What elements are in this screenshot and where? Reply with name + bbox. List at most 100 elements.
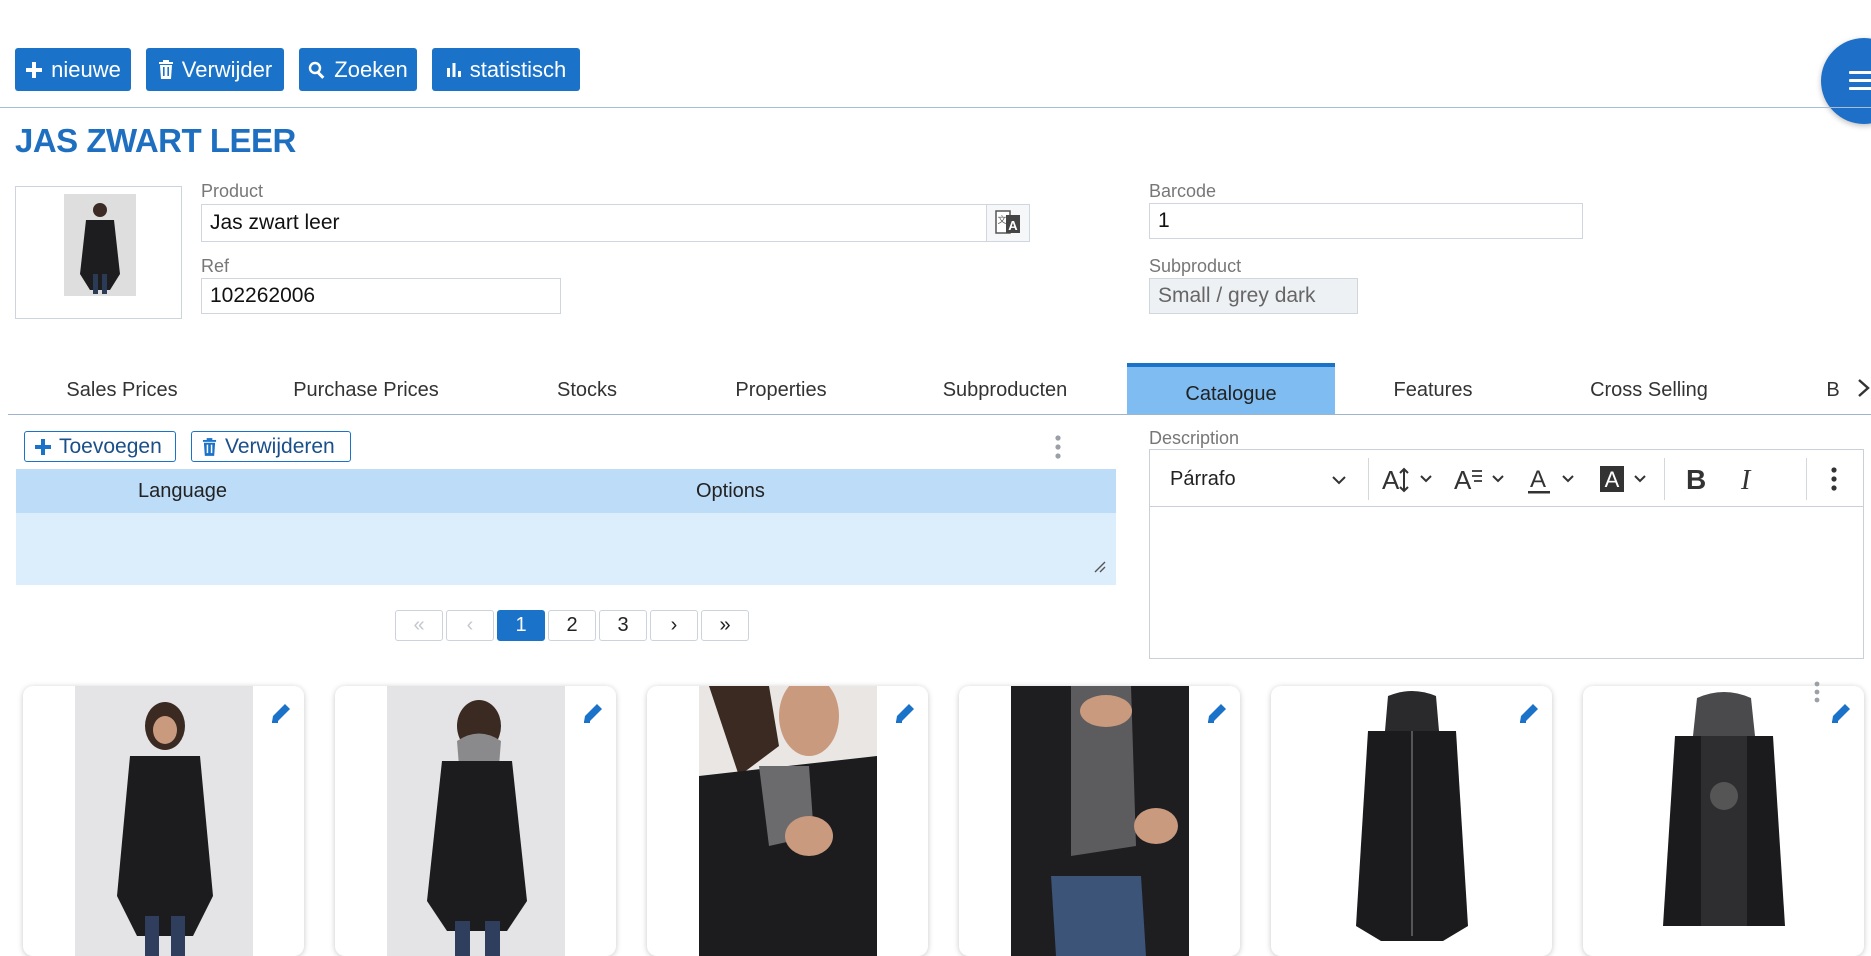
font-color-button[interactable]: A bbox=[1524, 458, 1584, 500]
pagination-next-button[interactable]: › bbox=[650, 610, 698, 641]
trash-icon bbox=[158, 60, 173, 79]
tabs-scroll-right-button[interactable] bbox=[1856, 376, 1871, 400]
description-label: Description bbox=[1149, 428, 1240, 448]
plus-icon bbox=[35, 438, 51, 455]
product-photo bbox=[1323, 686, 1501, 956]
svg-text:A: A bbox=[1454, 465, 1472, 495]
grid-body bbox=[16, 513, 1116, 585]
svg-text:B: B bbox=[1686, 465, 1706, 493]
paragraph-style-select[interactable]: Párrafo bbox=[1160, 458, 1360, 500]
pagination-page-1[interactable]: 1 bbox=[497, 610, 545, 641]
font-family-icon: A bbox=[1454, 465, 1504, 495]
translate-button[interactable]: A 文 bbox=[986, 204, 1030, 242]
pencil-icon[interactable] bbox=[1204, 700, 1230, 726]
pencil-icon[interactable] bbox=[268, 700, 294, 726]
svg-text:文: 文 bbox=[997, 214, 1006, 225]
product-photo bbox=[75, 686, 253, 956]
search-icon bbox=[309, 61, 325, 79]
italic-button[interactable]: I bbox=[1730, 458, 1766, 500]
catalogue-image-card[interactable] bbox=[1583, 686, 1864, 956]
pagination-first-button[interactable]: « bbox=[395, 610, 443, 641]
subproduct-input: Small / grey dark bbox=[1149, 278, 1358, 314]
catalogue-image-card[interactable] bbox=[23, 686, 304, 956]
remove-language-label: Verwijderen bbox=[225, 434, 335, 458]
cards-kebab-menu-button[interactable] bbox=[1810, 680, 1824, 704]
column-header-options[interactable]: Options bbox=[696, 480, 765, 503]
delete-button-label: Verwijder bbox=[181, 56, 273, 82]
font-color-icon: A bbox=[1528, 466, 1574, 494]
statistics-button-label: statistisch bbox=[469, 56, 567, 82]
pagination-page-2[interactable]: 2 bbox=[548, 610, 596, 641]
column-header-language[interactable]: Language bbox=[138, 480, 227, 503]
tab-catalogue[interactable]: Catalogue bbox=[1127, 363, 1335, 415]
product-name-input[interactable]: Jas zwart leer bbox=[201, 204, 987, 242]
subproduct-label: Subproduct bbox=[1149, 256, 1242, 276]
bar-chart-icon bbox=[446, 62, 461, 77]
pagination-page-3[interactable]: 3 bbox=[599, 610, 647, 641]
highlight-color-icon: A bbox=[1600, 466, 1646, 492]
hamburger-icon bbox=[1849, 71, 1871, 74]
catalogue-image-card[interactable] bbox=[1271, 686, 1552, 956]
search-button[interactable]: Zoeken bbox=[299, 48, 417, 91]
trash-icon bbox=[202, 437, 217, 456]
tabs-divider bbox=[8, 414, 1871, 415]
grid-kebab-menu-button[interactable] bbox=[1052, 434, 1064, 460]
catalogue-image-card[interactable] bbox=[335, 686, 616, 956]
tab-purchase-prices[interactable]: Purchase Prices bbox=[276, 366, 456, 414]
chevron-down-icon bbox=[1332, 476, 1346, 485]
ref-label: Ref bbox=[201, 256, 230, 276]
resize-handle-icon[interactable] bbox=[1094, 561, 1106, 573]
page-title: JAS ZWART LEER bbox=[15, 122, 296, 159]
editor-more-button[interactable] bbox=[1824, 460, 1844, 498]
ref-input[interactable]: 102262006 bbox=[201, 278, 561, 314]
product-label: Product bbox=[201, 181, 264, 201]
svg-text:A: A bbox=[1382, 465, 1400, 495]
delete-button[interactable]: Verwijder bbox=[146, 48, 284, 91]
menu-fab-button[interactable] bbox=[1821, 38, 1871, 124]
pencil-icon[interactable] bbox=[1828, 700, 1854, 726]
catalogue-image-card[interactable] bbox=[959, 686, 1240, 956]
tab-features[interactable]: Features bbox=[1373, 366, 1493, 414]
pagination-last-button[interactable]: » bbox=[701, 610, 749, 641]
italic-icon: I bbox=[1740, 465, 1752, 493]
font-size-button[interactable]: A bbox=[1380, 458, 1440, 500]
new-button-label: nieuwe bbox=[51, 56, 121, 82]
chevron-right-icon bbox=[1858, 379, 1870, 397]
statistics-button[interactable]: statistisch bbox=[432, 48, 580, 91]
remove-language-button[interactable]: Verwijderen bbox=[191, 431, 351, 462]
product-photo bbox=[1011, 686, 1189, 956]
add-language-button[interactable]: Toevoegen bbox=[24, 431, 176, 462]
tab-subproducten[interactable]: Subproducten bbox=[915, 366, 1095, 414]
product-photo bbox=[1635, 686, 1813, 956]
tab-cross-selling[interactable]: Cross Selling bbox=[1559, 366, 1739, 414]
editor-toolbar: Párrafo A A A A B I bbox=[1149, 449, 1864, 507]
toolbar-divider bbox=[0, 107, 1871, 108]
translate-icon: A 文 bbox=[995, 210, 1020, 234]
bold-button[interactable]: B bbox=[1678, 458, 1714, 500]
tab-properties[interactable]: Properties bbox=[711, 366, 851, 414]
grid-header: Language Options bbox=[16, 469, 1116, 513]
plus-icon bbox=[26, 61, 43, 78]
tab-sales-prices[interactable]: Sales Prices bbox=[32, 366, 212, 414]
pencil-icon[interactable] bbox=[1516, 700, 1542, 726]
product-thumbnail[interactable] bbox=[15, 186, 182, 319]
kebab-icon bbox=[1814, 681, 1820, 703]
new-button[interactable]: nieuwe bbox=[15, 48, 131, 91]
background-color-button[interactable]: A bbox=[1596, 458, 1656, 500]
svg-text:I: I bbox=[1740, 465, 1752, 493]
tab-stocks[interactable]: Stocks bbox=[527, 366, 647, 414]
description-editor[interactable] bbox=[1149, 507, 1864, 659]
tab-overflow-b[interactable]: B bbox=[1818, 366, 1848, 414]
pagination-prev-button[interactable]: ‹ bbox=[446, 610, 494, 641]
svg-text:A: A bbox=[1605, 467, 1620, 492]
add-language-label: Toevoegen bbox=[59, 434, 162, 458]
catalogue-image-card[interactable] bbox=[647, 686, 928, 956]
svg-text:A: A bbox=[1530, 466, 1546, 493]
svg-text:A: A bbox=[1008, 218, 1018, 233]
paragraph-style-value: Párrafo bbox=[1170, 467, 1236, 490]
bold-icon: B bbox=[1686, 465, 1706, 493]
pencil-icon[interactable] bbox=[580, 700, 606, 726]
pencil-icon[interactable] bbox=[892, 700, 918, 726]
barcode-input[interactable]: 1 bbox=[1149, 203, 1583, 239]
font-family-button[interactable]: A bbox=[1452, 458, 1512, 500]
